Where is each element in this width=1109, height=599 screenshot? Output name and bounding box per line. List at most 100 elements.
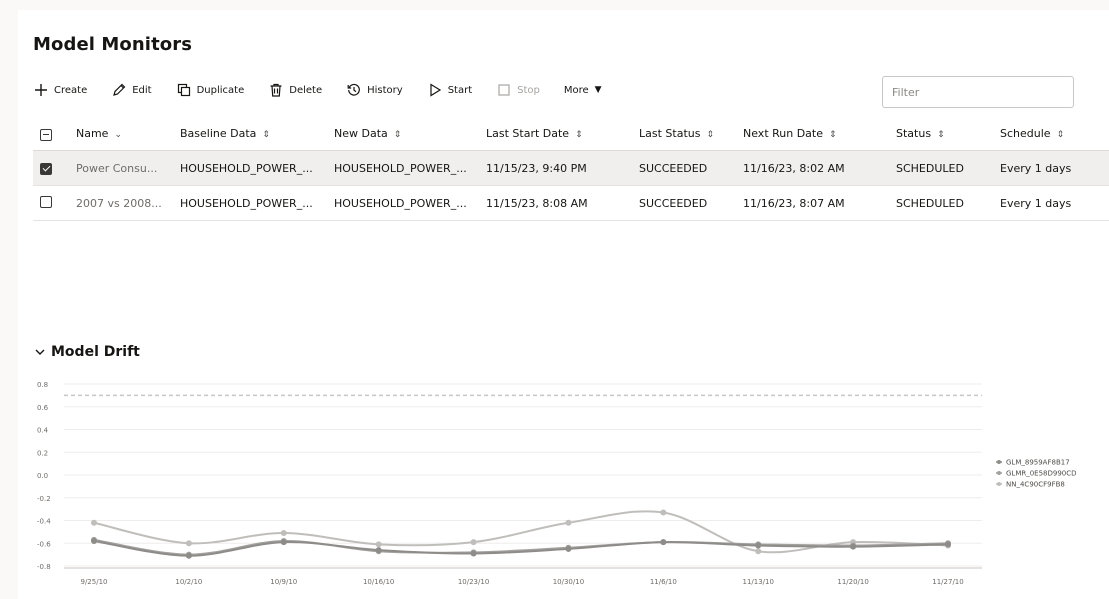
start-label: Start — [447, 84, 473, 96]
delete-button[interactable]: Delete — [268, 82, 322, 98]
header-label: Status — [896, 126, 932, 140]
legend-swatch-dot — [997, 460, 1001, 464]
history-icon — [346, 82, 362, 98]
cell-baseline-data: HOUSEHOLD_POWER_... — [180, 196, 313, 210]
header-last-status[interactable]: Last Status ⇕ — [639, 127, 743, 140]
monitors-table: Name ⌄ Baseline Data ⇕ New Data ⇕ Last Star… — [33, 116, 1109, 221]
sort-icon: ⇕ — [575, 129, 583, 140]
cell-status: SCHEDULED — [896, 161, 964, 175]
header-last-start-date[interactable]: Last Start Date ⇕ — [486, 127, 639, 140]
cell-next-run-date: 11/16/23, 8:07 AM — [743, 196, 845, 210]
chevron-down-icon — [33, 345, 47, 359]
y-tick-label: 0.2 — [37, 449, 48, 457]
row-checkbox[interactable] — [40, 163, 52, 175]
cell-next-run-date: 11/16/23, 8:02 AM — [743, 161, 845, 175]
y-tick-label: -0.6 — [37, 540, 51, 548]
cell-last-start-date: 11/15/23, 9:40 PM — [486, 161, 587, 175]
edit-button[interactable]: Edit — [111, 82, 152, 98]
chevron-down-icon: ⌄ — [114, 129, 122, 140]
cell-schedule: Every 1 days — [1000, 161, 1072, 175]
stop-button[interactable]: Stop — [496, 82, 540, 98]
data-point — [755, 548, 762, 555]
x-tick-label: 11/27/10 — [932, 578, 963, 586]
sort-icon: ⇕ — [262, 129, 270, 140]
select-all-cell — [33, 125, 76, 141]
header-label: Last Status — [639, 126, 701, 140]
data-point — [91, 537, 97, 544]
create-button[interactable]: Create — [33, 82, 87, 98]
caret-down-icon: ▼ — [594, 85, 602, 95]
page-title: Model Monitors — [33, 34, 193, 55]
data-point — [185, 552, 192, 559]
x-tick-label: 11/6/10 — [650, 578, 677, 586]
table-row[interactable]: 2007 vs 2008... HOUSEHOLD_POWER_... HOUS… — [33, 186, 1109, 221]
header-baseline-data[interactable]: Baseline Data ⇕ — [180, 127, 334, 140]
data-point — [850, 543, 857, 550]
delete-label: Delete — [289, 84, 323, 96]
legend-swatch-dot — [997, 471, 1001, 475]
data-point — [565, 545, 572, 552]
cell-last-status: SUCCEEDED — [639, 161, 708, 175]
cell-schedule: Every 1 days — [1000, 196, 1072, 210]
x-tick-label: 11/13/10 — [742, 578, 773, 586]
data-point — [945, 541, 951, 548]
sort-icon: ⇕ — [829, 129, 837, 140]
more-menu-button[interactable]: More ▼ — [564, 85, 602, 96]
y-tick-label: -0.4 — [37, 518, 51, 526]
header-label: Next Run Date — [743, 126, 824, 140]
data-point — [565, 519, 572, 526]
sort-icon: ⇕ — [1056, 129, 1065, 140]
data-point — [470, 550, 477, 557]
cell-new-data: HOUSEHOLD_POWER_... — [334, 161, 467, 175]
x-tick-label: 10/16/10 — [363, 578, 394, 586]
header-schedule[interactable]: Schedule ⇕ — [1000, 127, 1090, 140]
data-point — [660, 539, 667, 546]
header-status[interactable]: Status ⇕ — [896, 127, 1000, 140]
legend-label: GLMR_0E58D990CD — [1006, 470, 1077, 478]
y-tick-label: 0.8 — [37, 381, 48, 389]
select-all-checkbox[interactable] — [40, 128, 52, 141]
duplicate-icon — [176, 82, 192, 98]
duplicate-label: Duplicate — [196, 84, 245, 96]
sort-icon: ⇕ — [706, 129, 715, 140]
x-tick-label: 10/30/10 — [553, 578, 584, 586]
model-drift-title: Model Drift — [51, 344, 140, 360]
header-label: Last Start Date — [486, 126, 570, 140]
duplicate-button[interactable]: Duplicate — [176, 82, 245, 98]
table-row[interactable]: Power Consu... HOUSEHOLD_POWER_... HOUSE… — [33, 151, 1109, 186]
model-drift-chart: 0.8 0.6 0.4 0.2 0.0 -0.2 -0.4 -0.6 -0.8 9/25/10 10… — [37, 381, 1077, 586]
row-select-cell — [33, 161, 76, 175]
row-checkbox[interactable] — [40, 195, 52, 208]
x-tick-label: 10/23/10 — [458, 578, 489, 586]
trash-icon — [268, 82, 284, 98]
data-point — [660, 509, 667, 516]
x-tick-label: 10/2/10 — [175, 578, 202, 586]
cell-last-start-date: 11/15/23, 8:08 AM — [486, 196, 588, 210]
cell-new-data: HOUSEHOLD_POWER_... — [334, 196, 467, 210]
header-next-run-date[interactable]: Next Run Date ⇕ — [743, 127, 896, 140]
pencil-icon — [111, 82, 127, 98]
filter-input[interactable] — [882, 76, 1074, 108]
legend-label: GLM_8959AF8B17 — [1006, 459, 1070, 467]
data-point — [280, 539, 287, 546]
stop-icon — [496, 82, 512, 98]
row-select-cell — [33, 195, 76, 211]
x-tick-label: 10/9/10 — [270, 578, 297, 586]
data-point — [470, 539, 477, 546]
data-point — [280, 530, 287, 537]
cell-name: 2007 vs 2008... — [76, 196, 162, 210]
header-new-data[interactable]: New Data ⇕ — [334, 127, 486, 140]
header-label: Schedule — [1000, 126, 1051, 140]
page-background: Model Monitors Create Edit Duplicate Del… — [0, 0, 1109, 599]
cell-baseline-data: HOUSEHOLD_POWER_... — [180, 161, 313, 175]
history-button[interactable]: History — [346, 82, 403, 98]
sort-icon: ⇕ — [937, 129, 945, 140]
model-drift-toggle[interactable]: Model Drift — [33, 344, 140, 360]
header-name[interactable]: Name ⌄ — [76, 127, 180, 140]
cell-status: SCHEDULED — [896, 196, 964, 210]
start-button[interactable]: Start — [427, 82, 472, 98]
table-header-row: Name ⌄ Baseline Data ⇕ New Data ⇕ Last Star… — [33, 116, 1109, 151]
legend-swatch-dot — [997, 482, 1001, 486]
y-tick-label: 0.6 — [37, 404, 49, 412]
y-tick-label: 0.4 — [37, 427, 49, 435]
